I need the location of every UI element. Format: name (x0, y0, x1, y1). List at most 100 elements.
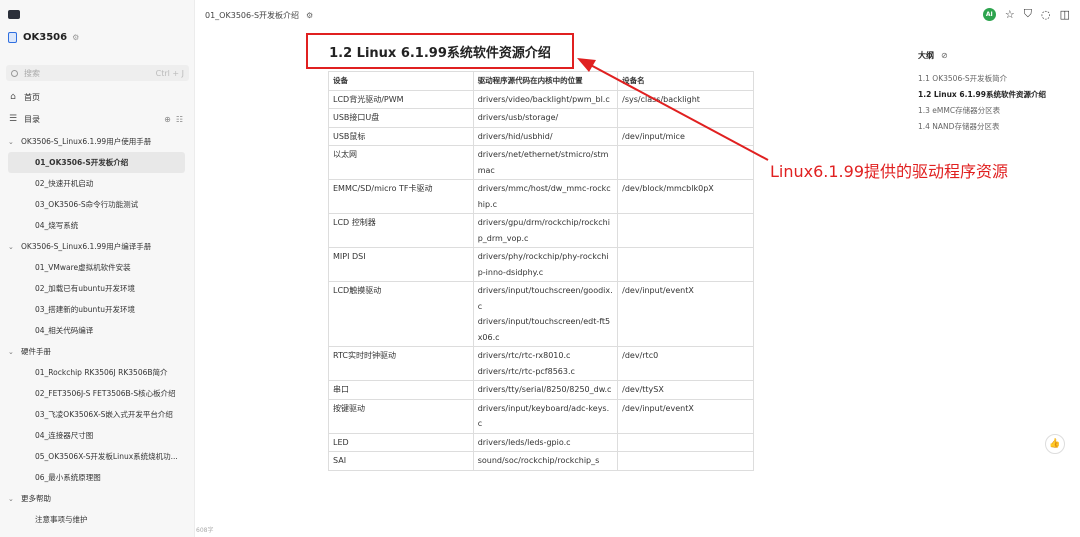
tree-item-label: 06_最小系统原理图 (35, 473, 101, 482)
like-button[interactable]: 👍 (1045, 434, 1065, 454)
outline-item[interactable]: 1.4 NAND存储器分区表 (918, 119, 1068, 135)
outline-header: 大纲 ⊘ (918, 50, 1068, 61)
tree-item[interactable]: 注意事项与维护 (0, 509, 195, 530)
search-icon (11, 69, 18, 77)
source-path: drivers/rtc/rtc-pcf8563.c (477, 366, 575, 376)
table-row: 按键驱动 drivers/input/keyboard/adc-keys.c/de… (328, 398, 754, 434)
collapse-icon[interactable]: ☷ (176, 115, 188, 124)
tree-item[interactable]: 03_搭建新的ubuntu开发环境 (0, 299, 195, 320)
source-path: sound/soc/rockchip/rockchip_s (477, 456, 600, 465)
home-icon: ⌂ (10, 92, 16, 102)
doc-tab[interactable]: 01_OK3506-S开发板介绍 ⚙ (205, 10, 313, 21)
source-path-cell: drivers/hid/usbhid/ (472, 126, 619, 146)
settings-icon[interactable]: ⚙ (306, 11, 313, 20)
device-name-cell: /dev/input/eventX (617, 281, 754, 347)
app-logo-icon[interactable] (8, 10, 20, 19)
tree-item[interactable]: 04_烧写系统 (0, 215, 195, 236)
source-path-cell: drivers/usb/storage/ (472, 108, 619, 128)
tree-item[interactable]: 05_OK3506X-S开发板Linux系统烧机功... (0, 446, 195, 467)
source-path: drivers/rtc/rtc-rx8010.c (477, 351, 571, 360)
tree-item-label: 02_快速开机启动 (35, 179, 94, 188)
nav-home[interactable]: ⌂ 首页 (8, 90, 40, 104)
source-path: drivers/net/ethernet/stmicro/stmmac (477, 150, 609, 175)
device-name-cell (617, 247, 754, 282)
outline-title: 大纲 (918, 51, 934, 60)
tree-group[interactable]: ⌄ OK3506-S_Linux6.1.99用户使用手册 (0, 131, 195, 152)
chevron-down-icon[interactable]: ⌄ (8, 348, 16, 356)
tree-group[interactable]: ⌄ 更多帮助 (0, 488, 195, 509)
tree-item-label: 02_加载已有ubuntu开发环境 (35, 284, 136, 293)
annotation-text: Linux6.1.99提供的驱动程序资源 (770, 162, 1009, 181)
tree-item[interactable]: 03_OK3506-S命令行功能测试 (0, 194, 195, 215)
tree-group[interactable]: ⌄ OK3506-S_Linux6.1.99用户编译手册 (0, 236, 195, 257)
source-path: drivers/input/touchscreen/goodix.c (477, 286, 613, 311)
tree-item-label: 03_OK3506-S命令行功能测试 (35, 200, 139, 209)
nav-toc[interactable]: ☰ 目录 ⊕☷ (8, 112, 188, 126)
title-highlight-box: 1.2 Linux 6.1.99系统软件资源介绍 (306, 33, 574, 69)
source-path-cell: drivers/phy/rockchip/phy-rockchip-inno-d… (472, 247, 619, 282)
tree-item[interactable]: 02_快速开机启动 (0, 173, 195, 194)
device-cell: EMMC/SD/micro TF卡驱动 (328, 179, 474, 214)
tree-item[interactable]: 04_相关代码编译 (0, 320, 195, 341)
tree-item-label: 03_搭建新的ubuntu开发环境 (35, 305, 136, 314)
arrow-head (577, 58, 596, 72)
search-placeholder: 搜索 (24, 68, 40, 78)
chevron-down-icon[interactable]: ⌄ (8, 243, 16, 251)
tree-item[interactable]: 01_OK3506-S开发板介绍 (8, 152, 185, 173)
device-name-cell (617, 108, 754, 128)
tree-item-label: 注意事项与维护 (35, 515, 88, 524)
star-icon[interactable]: ☆ (1005, 8, 1015, 21)
chevron-down-icon[interactable]: ⌄ (8, 495, 16, 503)
device-cell: 按键驱动 (328, 398, 474, 434)
driver-table: 设备 驱动程序源代码在内核中的位置 设备名 LCD背光驱动/PWM drivers… (328, 71, 754, 471)
locate-icon[interactable]: ⊕ (164, 115, 176, 124)
hide-icon[interactable]: ⊘ (941, 51, 948, 60)
table-header-device: 设备 (328, 71, 474, 91)
outline-item[interactable]: 1.2 Linux 6.1.99系统软件资源介绍 (918, 87, 1068, 103)
chevron-down-icon[interactable]: ⌄ (8, 138, 16, 146)
source-path: drivers/tty/serial/8250/8250_dw.c (477, 385, 612, 394)
tree-item[interactable]: 02_加载已有ubuntu开发环境 (0, 278, 195, 299)
ai-assistant-button[interactable]: AI (982, 7, 996, 21)
device-name-cell: /dev/block/mmcblk0pX (617, 179, 754, 214)
device-name-cell: /dev/input/eventX (617, 398, 754, 434)
device-cell: LCD 控制器 (328, 213, 474, 248)
tree-item-label: 01_OK3506-S开发板介绍 (35, 158, 129, 167)
outline-list: 1.1 OK3506-S开发板简介 1.2 Linux 6.1.99系统软件资源介… (918, 71, 1068, 135)
device-cell: 以太网 (328, 145, 474, 180)
tree-item[interactable]: 04_连接器尺寸图 (0, 425, 195, 446)
tree-item-label: OK3506-S_Linux6.1.99用户编译手册 (21, 242, 152, 251)
knowledge-base-header[interactable]: OK3506 ⚙ (8, 30, 79, 44)
device-name-cell: /dev/ttySX (617, 380, 754, 400)
tree-item[interactable]: 03_飞凌OK3506X-S嵌入式开发平台介绍 (0, 404, 195, 425)
table-header-path: 驱动程序源代码在内核中的位置 (472, 71, 619, 91)
table-row: 以太网 drivers/net/ethernet/stmicro/stmmac (328, 145, 754, 180)
tree-item[interactable]: 02_FET3506J-S FET3506B-S核心板介绍 (0, 383, 195, 404)
source-path: drivers/mmc/host/dw_mmc-rockchip.c (477, 184, 611, 209)
outline-item[interactable]: 1.3 eMMC存储器分区表 (918, 103, 1068, 119)
bookmark-icon[interactable]: ⛉ (1024, 7, 1032, 21)
tree-item-label: 05_OK3506X-S开发板Linux系统烧机功... (35, 452, 178, 461)
search-input[interactable]: 搜索 Ctrl + J (6, 65, 189, 81)
device-name-cell (617, 432, 754, 452)
device-cell: RTC实时时钟驱动 (328, 346, 474, 381)
list-icon: ☰ (8, 114, 18, 124)
source-path-cell: drivers/input/keyboard/adc-keys.c (472, 398, 619, 434)
device-name-cell (617, 145, 754, 180)
settings-icon[interactable]: ⚙ (72, 33, 79, 42)
table-row: LCD触摸驱动 drivers/input/touchscreen/goodix.… (328, 281, 754, 347)
panel-toggle-icon[interactable]: ◫ (1060, 8, 1070, 21)
table-row: EMMC/SD/micro TF卡驱动 drivers/mmc/host/dw_m… (328, 179, 754, 214)
tree-item[interactable]: 06_最小系统原理图 (0, 467, 195, 488)
table-row: SAI sound/soc/rockchip/rockchip_s (328, 451, 754, 471)
outline-item[interactable]: 1.1 OK3506-S开发板简介 (918, 71, 1068, 87)
toc-actions[interactable]: ⊕☷ (164, 115, 188, 124)
source-path: drivers/input/keyboard/adc-keys.c (477, 403, 610, 429)
tree-item[interactable]: 01_VMware虚拟机软件安装 (0, 257, 195, 278)
device-cell: SAI (328, 451, 474, 471)
comment-icon[interactable]: ◌ (1041, 8, 1051, 21)
knowledge-base-title: OK3506 (23, 31, 68, 43)
tree-item[interactable]: 01_Rockchip RK3506J RK3506B简介 (0, 362, 195, 383)
tree-group[interactable]: ⌄ 硬件手册 (0, 341, 195, 362)
table-row: LED drivers/leds/leds-gpio.c (328, 432, 754, 452)
